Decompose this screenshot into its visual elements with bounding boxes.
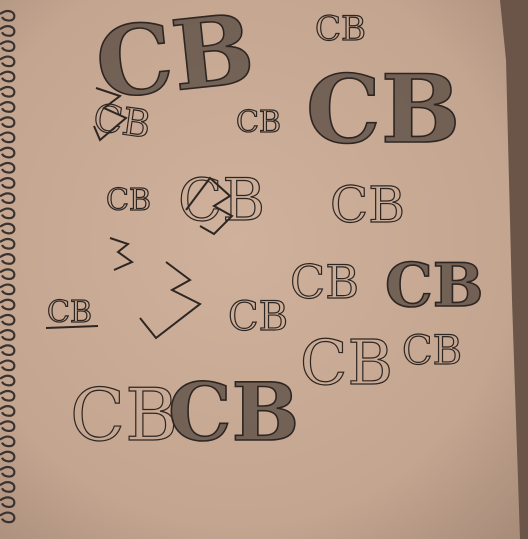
cb-monogram-sketch: CB — [385, 251, 483, 321]
cb-monogram-sketch: CB — [300, 326, 393, 399]
cb-monogram-sketch: CB — [47, 295, 92, 330]
cb-monogram-sketch: CB — [236, 105, 281, 140]
sketchbook-photo: CB CB CB CB CB CB CB CB CB CB CB CB CB CB CB CB — [0, 0, 528, 539]
cb-monogram-sketch: CB — [178, 166, 265, 234]
cb-monogram-sketch: CB — [168, 365, 299, 459]
cb-monogram-sketch: CB — [330, 176, 405, 234]
zigzag-sketch — [139, 261, 202, 340]
cb-monogram-sketch: CB — [306, 55, 460, 165]
zigzag-sketch — [109, 237, 135, 271]
logo-sketches: CB CBCBCB CBCBCBCBCB CBCB CBCB CBCBCB — [45, 0, 484, 460]
cb-monogram-sketch: CB — [228, 294, 288, 340]
cb-monogram-sketch: CB — [70, 373, 178, 457]
cb-monogram-sketch: CB — [315, 9, 366, 49]
cb-monogram-sketch: CB — [106, 183, 151, 218]
cb-monogram-sketch: CB — [402, 328, 462, 374]
cb-monogram-sketch: CB — [290, 255, 359, 309]
